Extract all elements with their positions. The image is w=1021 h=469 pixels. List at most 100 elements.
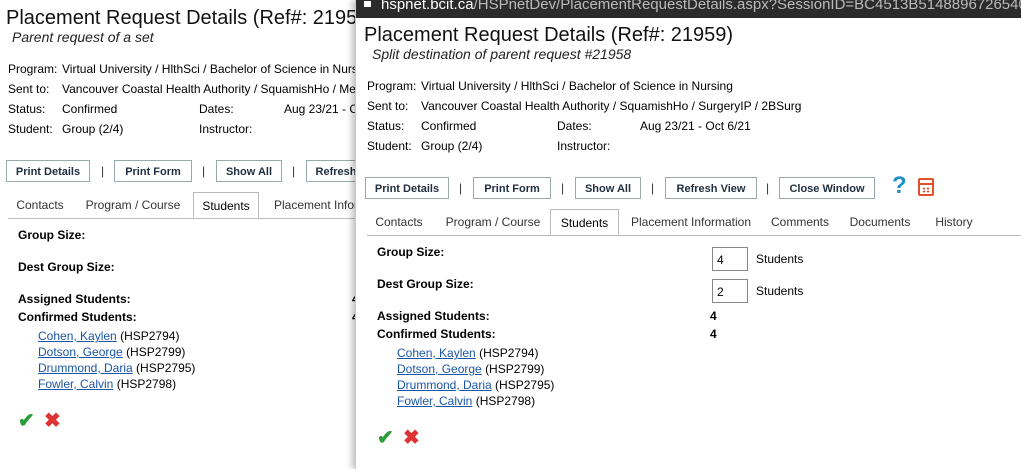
calendar-icon[interactable] [918,178,934,196]
list-item: Cohen, Kaylen (HSP2794) [38,328,195,344]
tab-bar: Contacts Program / Course Students Place… [8,192,355,219]
program-label: Program: [367,79,417,93]
instructor-label: Instructor: [557,139,611,153]
request-info: Program: Virtual University / HlthSci / B… [8,59,355,139]
close-icon[interactable]: ✖ [403,425,420,450]
help-icon[interactable]: ? [892,172,907,200]
list-item: Cohen, Kaylen (HSP2794) [397,345,554,361]
page-title: Placement Request Details (Ref#: 21958) [6,7,355,29]
student-id: (HSP2795) [136,361,196,375]
tab-program-course[interactable]: Program / Course [439,209,547,235]
print-form-button[interactable]: Print Form [114,160,192,182]
list-item: Drummond, Daria (HSP2795) [38,360,195,376]
student-link[interactable]: Dotson, George [38,345,123,359]
close-window-button[interactable]: Close Window [779,177,875,199]
tab-program-course[interactable]: Program / Course [78,192,188,218]
confirmed-students-value: 4 [710,327,717,341]
students-panel: Group Size: Dest Group Size: Assigned St… [18,228,355,458]
student-link[interactable]: Fowler, Calvin [38,377,113,391]
page-title: Placement Request Details (Ref#: 21959) [364,24,734,46]
show-all-button[interactable]: Show All [216,160,282,182]
student-id: (HSP2794) [120,329,180,343]
student-link[interactable]: Drummond, Daria [397,378,492,392]
list-item: Fowler, Calvin (HSP2798) [397,393,554,409]
request-info: Program: Virtual University / HlthSci / B… [367,76,1017,156]
student-list: Cohen, Kaylen (HSP2794) Dotson, George (… [38,328,195,392]
print-form-button[interactable]: Print Form [473,177,551,199]
tab-students[interactable]: Students [550,209,619,235]
program-value: Virtual University / HlthSci / Bachelor … [62,62,355,76]
toolbar-separator: | [651,181,655,195]
group-size-input[interactable]: 4 [712,247,748,271]
tab-comments[interactable]: Comments [767,209,833,235]
dest-group-size-unit: Students [756,284,804,298]
student-link[interactable]: Dotson, George [397,362,482,376]
toolbar-separator: | [101,164,105,178]
dest-group-size-input[interactable]: 2 [712,279,748,303]
assigned-students-label: Assigned Students: [18,292,131,306]
toolbar-separator: | [766,181,770,195]
show-all-button[interactable]: Show All [575,177,641,199]
check-icon[interactable]: ✔ [377,425,394,450]
student-link[interactable]: Drummond, Daria [38,361,133,375]
list-item: Fowler, Calvin (HSP2798) [38,376,195,392]
check-icon[interactable]: ✔ [18,408,35,433]
dest-group-size-label: Dest Group Size: [18,260,115,274]
group-size-unit: Students [756,252,804,266]
students-panel: Group Size: 4 Students Dest Group Size: … [377,245,1017,465]
parent-request-window: Placement Request Details (Ref#: 21958) … [0,0,355,469]
dates-label: Dates: [557,119,592,133]
student-value: Group (2/4) [421,139,483,153]
tab-students[interactable]: Students [193,192,259,218]
tab-documents[interactable]: Documents [845,209,915,235]
confirmed-students-label: Confirmed Students: [377,327,496,341]
sent-to-label: Sent to: [8,82,50,96]
list-item: Dotson, George (HSP2799) [38,344,195,360]
list-item: Drummond, Daria (HSP2795) [397,377,554,393]
group-size-label: Group Size: [377,245,445,259]
print-details-button[interactable]: Print Details [6,160,90,182]
dest-group-size-label: Dest Group Size: [377,277,474,291]
page-subtitle: Split destination of parent request #219… [372,46,632,62]
dates-value: Aug 23/21 - Oct 6/21 [640,119,751,133]
tab-placement-information[interactable]: Placement Information [627,209,755,235]
print-details-button[interactable]: Print Details [365,177,449,199]
url-path: /HSPnetDev/PlacementRequestDetails.aspx?… [473,0,1021,13]
student-list: Cohen, Kaylen (HSP2794) Dotson, George (… [397,345,554,409]
refresh-button[interactable]: Refresh [306,160,355,182]
program-label: Program: [8,62,58,76]
student-link[interactable]: Cohen, Kaylen [38,329,117,343]
student-label: Student: [8,122,53,136]
refresh-view-button[interactable]: Refresh View [665,177,757,199]
sent-to-value: Vancouver Coastal Health Authority / Squ… [62,82,355,96]
student-label: Student: [367,139,412,153]
dates-value: Aug 23/21 - C [284,102,355,116]
student-id: (HSP2795) [495,378,555,392]
toolbar-separator: | [459,181,463,195]
dates-label: Dates: [199,102,234,116]
tab-contacts[interactable]: Contacts [8,192,72,218]
sent-to-value: Vancouver Coastal Health Authority / Squ… [421,99,802,113]
student-id: (HSP2794) [479,346,539,360]
instructor-label: Instructor: [199,122,253,136]
tab-bar: Contacts Program / Course Students Place… [367,209,1021,236]
toolbar-separator: | [292,164,296,178]
tab-contacts[interactable]: Contacts [367,209,431,235]
url-host: hspnet.bcit.ca [381,0,474,13]
program-value: Virtual University / HlthSci / Bachelor … [421,79,733,93]
student-link[interactable]: Cohen, Kaylen [397,346,476,360]
student-value: Group (2/4) [62,122,124,136]
tab-placement-information[interactable]: Placement Infor [266,192,355,218]
address-bar[interactable]: hspnet.bcit.ca/HSPnetDev/PlacementReques… [356,0,1021,18]
toolbar-separator: | [202,164,206,178]
student-id: (HSP2799) [126,345,186,359]
status-value: Confirmed [62,102,118,116]
student-link[interactable]: Fowler, Calvin [397,394,472,408]
assigned-students-value: 4 [710,309,717,323]
page-subtitle: Parent request of a set [12,29,154,45]
student-id: (HSP2798) [475,394,536,408]
assigned-students-label: Assigned Students: [377,309,490,323]
lock-icon [364,1,371,7]
close-icon[interactable]: ✖ [44,408,61,433]
tab-history[interactable]: History [927,209,981,235]
